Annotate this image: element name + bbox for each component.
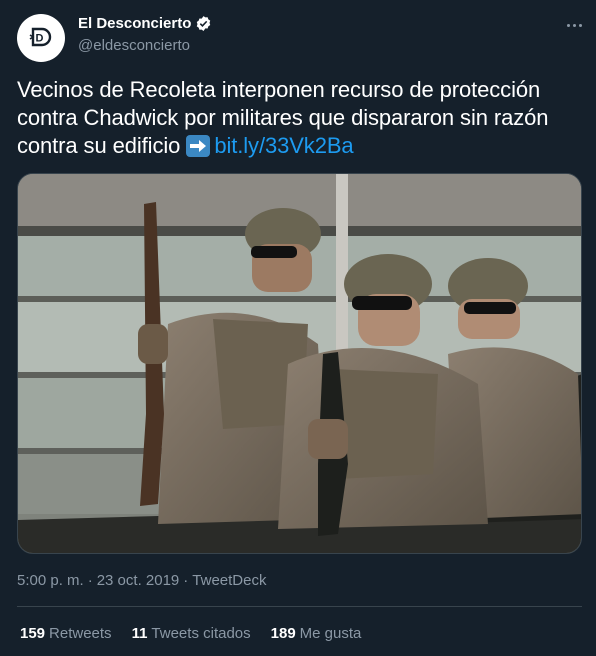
meta-separator: · — [87, 572, 93, 589]
el-desconcierto-logo-icon: D — [29, 27, 52, 47]
author-handle[interactable]: @eldesconcierto — [78, 37, 190, 54]
more-options-icon[interactable] — [560, 14, 588, 36]
tweet-card: D El Desconcierto @eldesconcierto Vecino… — [0, 0, 596, 656]
quotes-count: 11 — [131, 625, 148, 642]
verified-badge-icon — [197, 16, 211, 31]
likes-label: Me gusta — [299, 625, 362, 642]
tweet-time[interactable]: 5:00 p. m. — [17, 572, 84, 589]
quote-tweets-stat[interactable]: 11 Tweets citados — [132, 625, 251, 642]
avatar-letter: D — [36, 33, 44, 45]
tweet-photo[interactable] — [17, 173, 582, 554]
tweet-date[interactable]: 23 oct. 2019 — [97, 572, 180, 589]
photo-soldiers-icon — [18, 174, 581, 553]
tweet-source[interactable]: TweetDeck — [192, 572, 266, 589]
retweets-label: Retweets — [49, 625, 112, 642]
right-arrow-emoji-icon — [186, 135, 211, 157]
retweets-stat[interactable]: 159 Retweets — [20, 625, 112, 642]
author-name-text: El Desconcierto — [78, 15, 192, 32]
tweet-stats: 159 Retweets 11 Tweets citados 189 Me gusta — [20, 625, 361, 642]
likes-stat[interactable]: 189 Me gusta — [271, 625, 362, 642]
meta-separator: · — [183, 572, 189, 589]
tweet-text: Vecinos de Recoleta interponen recurso d… — [17, 76, 582, 160]
quotes-label: Tweets citados — [151, 625, 251, 642]
divider — [17, 606, 582, 607]
likes-count: 189 — [270, 625, 296, 642]
retweets-count: 159 — [20, 625, 46, 642]
tweet-meta: 5:00 p. m. · 23 oct. 2019 · TweetDeck — [17, 572, 266, 589]
author-display-name[interactable]: El Desconcierto — [78, 15, 212, 32]
tweet-link[interactable]: bit.ly/33Vk2Ba — [214, 133, 353, 158]
avatar[interactable]: D — [17, 14, 65, 62]
